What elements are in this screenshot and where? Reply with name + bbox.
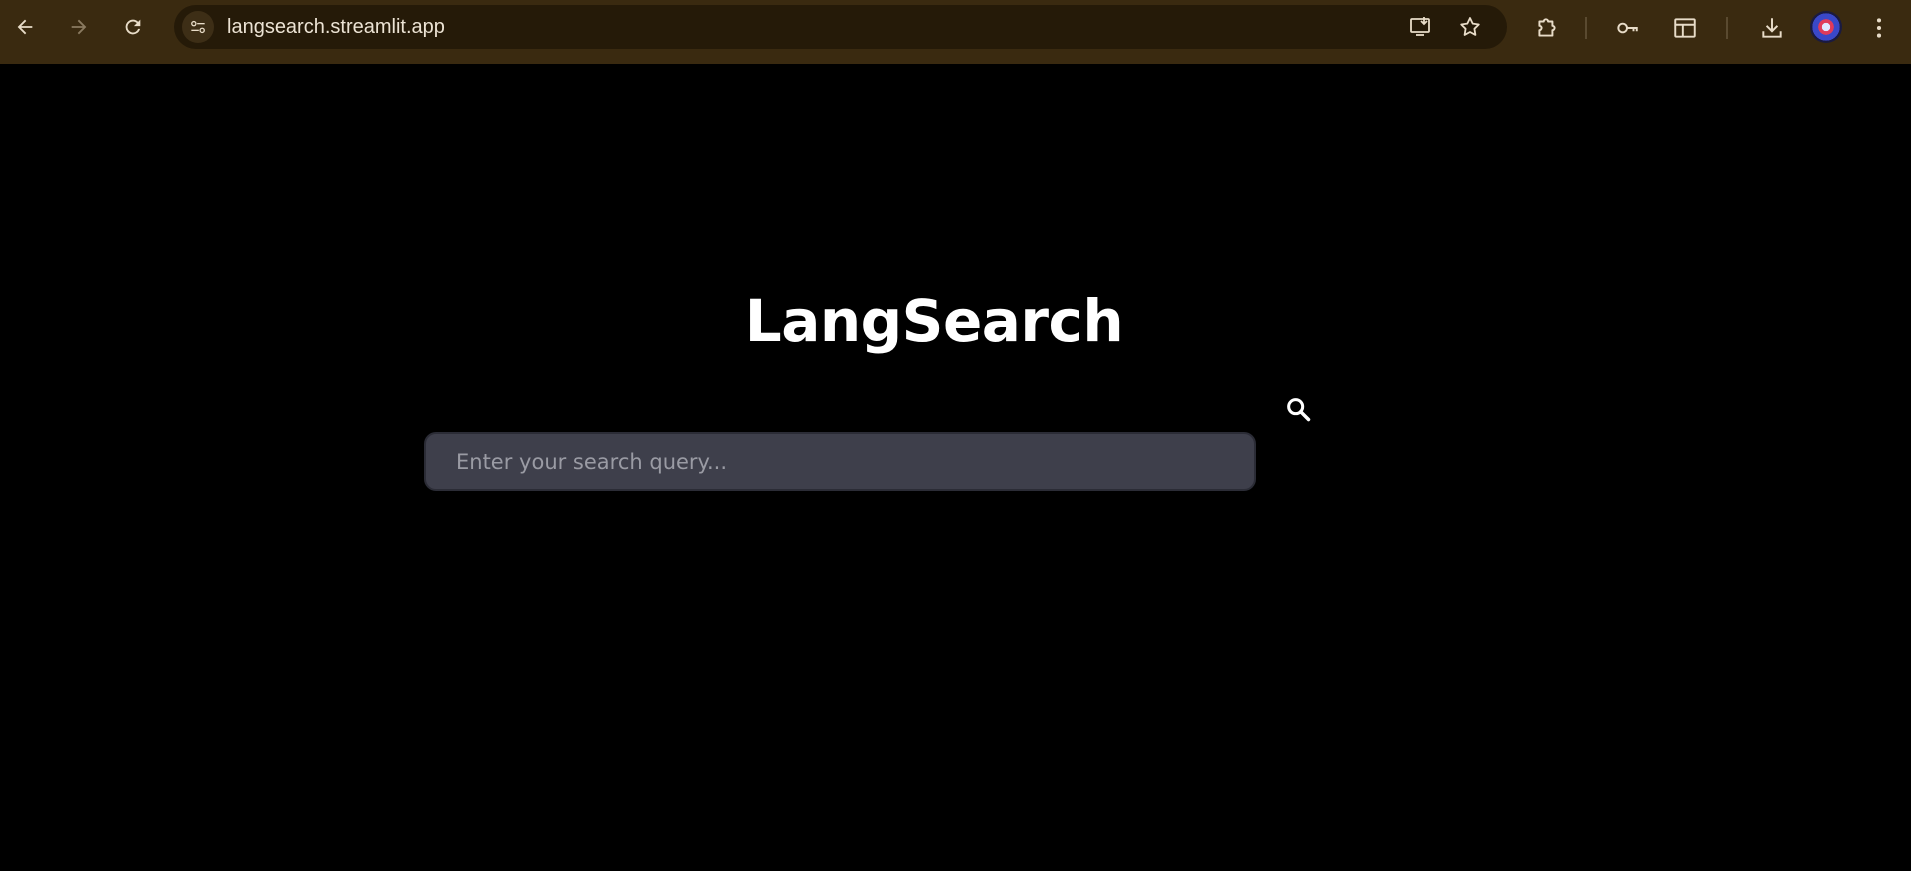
puzzle-icon	[1538, 18, 1556, 37]
forward-button[interactable]	[63, 11, 95, 43]
browser-menu-button[interactable]	[1864, 13, 1894, 43]
profile-avatar[interactable]	[1810, 11, 1842, 43]
star-icon	[1460, 17, 1480, 36]
downloads-button[interactable]	[1757, 13, 1787, 43]
site-info-button[interactable]	[182, 11, 214, 43]
site-settings-icon	[191, 20, 205, 34]
side-panel-icon	[1674, 18, 1696, 38]
side-panel-button[interactable]	[1670, 13, 1700, 43]
reload-button[interactable]	[117, 11, 149, 43]
kebab-menu-icon	[1876, 18, 1882, 38]
passwords-button[interactable]	[1612, 13, 1642, 43]
page-title: LangSearch	[744, 287, 1124, 355]
search-icon	[1287, 398, 1311, 422]
address-bar[interactable]: langsearch.streamlit.app	[174, 5, 1507, 49]
back-button[interactable]	[9, 11, 41, 43]
app-page: LangSearch	[0, 64, 1911, 871]
install-app-button[interactable]	[1407, 13, 1435, 41]
browser-toolbar: langsearch.streamlit.app	[0, 0, 1911, 64]
search-button[interactable]	[1282, 393, 1314, 425]
reload-icon	[125, 19, 141, 35]
toolbar-divider	[1585, 17, 1587, 39]
key-icon	[1617, 22, 1638, 34]
install-app-icon	[1410, 17, 1430, 36]
arrow-right-icon	[71, 19, 87, 35]
url-text[interactable]: langsearch.streamlit.app	[227, 5, 445, 49]
extensions-button[interactable]	[1532, 13, 1562, 43]
arrow-left-icon	[17, 19, 33, 35]
toolbar-divider	[1726, 17, 1728, 39]
download-icon	[1762, 18, 1782, 38]
search-input[interactable]	[424, 432, 1256, 491]
bookmark-button[interactable]	[1456, 13, 1484, 41]
